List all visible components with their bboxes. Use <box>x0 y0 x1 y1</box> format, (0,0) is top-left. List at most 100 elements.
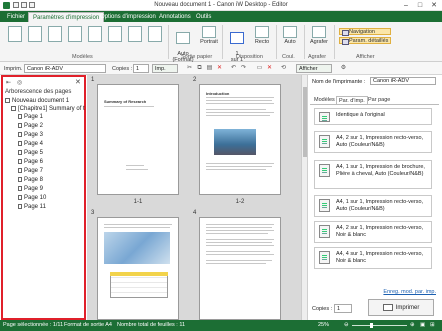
ribbon-tabs: Fichier Paramètres d'impression Options … <box>0 11 442 22</box>
copies-input[interactable]: 1 <box>133 64 149 73</box>
tree-page-2[interactable]: Page 2 <box>18 122 43 130</box>
model-thumbnail-icon[interactable] <box>108 26 122 42</box>
maximize-button[interactable]: □ <box>414 1 426 10</box>
paste-icon[interactable]: ▤ <box>206 65 213 72</box>
model-thumbnail-icon[interactable] <box>8 26 22 42</box>
tree-page-7[interactable]: Page 7 <box>18 167 43 175</box>
zoom-slider[interactable] <box>352 325 407 326</box>
staple-button[interactable]: Agrafer <box>307 26 331 45</box>
ribbon-separator <box>276 25 277 59</box>
model-thumbnail-icon[interactable] <box>28 26 42 42</box>
detailed-settings-toggle[interactable]: Param. détaillés <box>339 37 391 45</box>
color-icon <box>283 26 297 38</box>
setting-thumbnail-icon <box>319 135 330 148</box>
fit-page-icon[interactable]: ▣ <box>420 322 425 328</box>
collapse-icon[interactable]: ⇤ <box>6 79 11 86</box>
favorite-setting[interactable]: A4, 2 sur 1, Impression recto-verso, Noi… <box>314 221 432 243</box>
tree-page-11[interactable]: Page 11 <box>18 203 46 211</box>
total-sheets-status: Nombre total de feuilles : 11 <box>117 322 186 328</box>
simplex-icon <box>255 26 269 38</box>
close-panel-icon[interactable]: ✕ <box>75 78 81 86</box>
portrait-button[interactable]: Portrait <box>198 26 220 45</box>
page-thumbnail[interactable]: Introduction <box>199 84 281 195</box>
ribbon: Modèles Auto (Format) Portrait Sortie pa… <box>0 22 442 63</box>
page-format-icon <box>176 32 190 44</box>
navigation-toggle[interactable]: Navigation <box>339 28 391 36</box>
model-thumbnail-icon[interactable] <box>148 26 162 42</box>
page-thumbnail[interactable]: Summary of Research <box>97 84 179 195</box>
ribbon-separator <box>168 25 169 59</box>
save-settings-link[interactable]: Enreg. mod. par. imp. <box>383 289 436 295</box>
page-map-image <box>104 232 170 264</box>
print-settings-panel: Nom de l'imprimante : Canon iR-ADV Modèl… <box>307 75 442 320</box>
favorite-setting[interactable]: A4, 4 sur 1, Impression recto-verso, Noi… <box>314 247 432 269</box>
favorite-setting[interactable]: A4, 1 sur 1, Impression de brochure, Pli… <box>314 160 432 189</box>
undo-icon[interactable]: ↶ <box>230 65 237 72</box>
printer-select[interactable]: Canon iR-ADV <box>24 64 106 73</box>
tree-page-9[interactable]: Page 9 <box>18 185 43 193</box>
page-thumbnail[interactable] <box>97 217 179 320</box>
tab-print-settings[interactable]: Paramètres d'impression <box>28 12 105 22</box>
ribbon-separator <box>334 25 335 59</box>
page-tree-title: Arborescence des pages <box>5 89 72 95</box>
cut-icon[interactable]: ✂ <box>186 65 193 72</box>
pin-icon[interactable]: ◎ <box>17 79 22 86</box>
model-thumbnail-icon[interactable] <box>128 26 142 42</box>
zoom-in-icon[interactable]: ⊕ <box>410 322 415 328</box>
fit-width-icon[interactable]: ⊞ <box>430 322 435 328</box>
auto-color-button[interactable]: Auto <box>280 26 300 45</box>
ribbon-separator <box>304 25 305 59</box>
print-button[interactable]: Imprimer <box>368 299 434 316</box>
tree-page-1[interactable]: Page 1 <box>18 113 43 121</box>
tab-print-options[interactable]: Options d'impression <box>96 12 160 22</box>
page-tree-panel: ⇤ ◎ ✕ Arborescence des pages Nouveau doc… <box>1 75 86 320</box>
tree-page-5[interactable]: Page 5 <box>18 149 43 157</box>
favorite-setting[interactable]: Identique à l'original <box>314 108 432 125</box>
page-number: 3 <box>91 210 95 216</box>
model-thumbnail-icon[interactable] <box>68 26 82 42</box>
tree-page-10[interactable]: Page 10 <box>18 194 46 202</box>
tab-fichier[interactable]: Fichier <box>3 12 29 22</box>
favorite-setting[interactable]: A4, 2 sur 1, Impression recto-verso, Aut… <box>314 131 432 153</box>
tree-page-4[interactable]: Page 4 <box>18 140 43 148</box>
printer-toolbar: Imprim. : Canon iR-ADV Copies : 1 Imp. ✂… <box>0 62 442 75</box>
tree-root[interactable]: Nouveau document 1 <box>5 97 69 105</box>
tab-models[interactable]: Modèles <box>312 96 337 104</box>
zoom-out-icon[interactable]: ⊖ <box>344 322 349 328</box>
close-button[interactable]: ✕ <box>428 1 440 10</box>
model-thumbnail-icon[interactable] <box>48 26 62 42</box>
print-button[interactable]: Imp. <box>152 64 178 73</box>
setting-thumbnail-icon <box>319 112 330 122</box>
tree-page-8[interactable]: Page 8 <box>18 176 43 184</box>
recto-button[interactable]: Recto <box>251 26 273 45</box>
page-heading: Summary of Research <box>104 99 147 104</box>
page-photo-image <box>214 129 256 155</box>
settings-icon[interactable]: ⚙ <box>340 65 347 72</box>
tree-page-3[interactable]: Page 3 <box>18 131 43 139</box>
redo-icon[interactable]: ↷ <box>240 65 247 72</box>
selected-page-status: Page sélectionnée : 1/11 <box>3 322 64 328</box>
tree-page-6[interactable]: Page 6 <box>18 158 43 166</box>
insert-page-icon[interactable]: ▭ <box>256 65 263 72</box>
copy-icon[interactable]: ⧉ <box>196 65 203 72</box>
copies-stepper[interactable]: 1 <box>334 304 352 313</box>
tab-per-page[interactable]: Par page <box>366 96 392 104</box>
remove-page-icon[interactable]: ✕ <box>266 65 273 72</box>
tab-annotations[interactable]: Annotations <box>155 12 195 22</box>
rotate-icon[interactable]: ⟲ <box>280 65 287 72</box>
status-bar: Page sélectionnée : 1/11 Format de sorti… <box>0 320 442 331</box>
model-thumbnail-icon[interactable] <box>88 26 102 42</box>
tree-chapter[interactable]: [Chapitre1] Summary of t <box>11 105 85 113</box>
tab-tools[interactable]: Outils <box>192 12 215 22</box>
zoom-slider-thumb[interactable] <box>370 323 373 328</box>
display-button[interactable]: Afficher <box>296 64 332 73</box>
minimize-button[interactable]: – <box>400 1 412 10</box>
page-thumbnail[interactable] <box>199 217 281 320</box>
zoom-value: 25% <box>318 322 330 328</box>
portrait-icon <box>202 26 216 38</box>
page-number: 4 <box>193 210 197 216</box>
favorite-setting[interactable]: A4, 1 sur 1, Impression recto-verso, Aut… <box>314 195 432 217</box>
printer-name-select[interactable]: Canon iR-ADV <box>370 77 436 85</box>
paper-format-status: Format de sortie A4 <box>64 322 112 328</box>
delete-icon[interactable]: ✕ <box>216 65 223 72</box>
